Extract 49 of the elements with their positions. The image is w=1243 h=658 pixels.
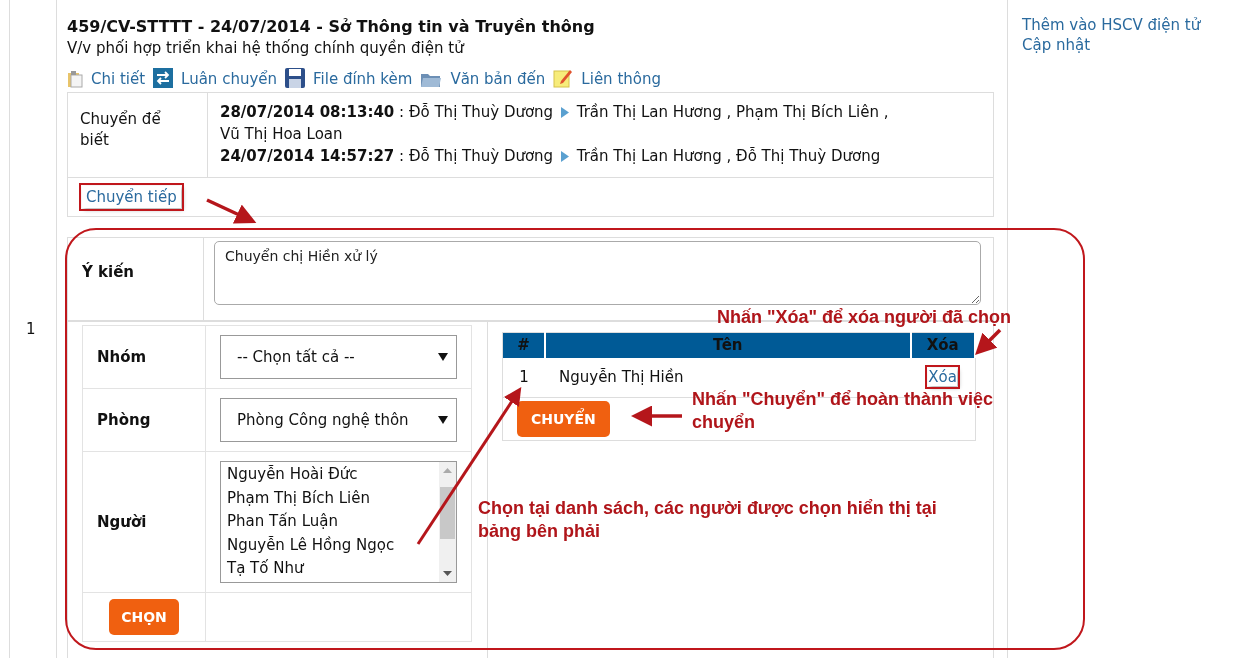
note-pencil-icon[interactable] [553, 68, 574, 88]
document-subject: V/v phối hợp triển khai hệ thống chính quyền điện tử [67, 38, 466, 59]
caret-icon[interactable] [438, 353, 448, 361]
toolbar-link[interactable]: Chi tiết [91, 69, 146, 90]
person-option[interactable]: Phan Tấn Luận [227, 510, 433, 534]
annotation-arrow [631, 405, 682, 427]
row-number: 1 [26, 319, 36, 338]
annotation-text: Nhấn "Xóa" để xóa người đã chọn [717, 306, 1012, 329]
annotation-arrow [206, 198, 257, 224]
swap-arrows-icon[interactable] [153, 68, 174, 88]
annotation-text: Chọn tại danh sách, các người được chọn hiển thị tại bảng bên phải [478, 497, 938, 543]
caret-icon[interactable] [438, 416, 448, 424]
annotation-text: Nhấn "Chuyển" để hoàn thành việc chuyển [692, 388, 995, 434]
document-title: 459/CV-STTTT - 24/07/2014 - Sở Thông tin và Truyền thông [67, 16, 596, 38]
delete-link[interactable]: Xóa [928, 368, 957, 386]
column-header: Xóa [910, 332, 975, 358]
clipboard-icon[interactable] [67, 70, 83, 88]
send-button[interactable]: CHUYỂN [517, 401, 610, 437]
person-option[interactable]: Phạm Thị Bích Liên [227, 486, 433, 510]
comment-field[interactable]: Chuyển chị Hiền xử lý [214, 241, 981, 305]
column-header: Tên [545, 332, 911, 358]
forward-link[interactable]: Chuyển tiếp [82, 186, 181, 208]
annotation-arrow [975, 328, 1002, 355]
person-option[interactable]: Tạ Tố Như [227, 557, 433, 581]
scrollbar[interactable] [439, 462, 456, 582]
person-listbox[interactable]: Nguyễn Hoài Đức Phạm Thị Bích Liên Phan Tấn Luận Nguyễn Lê Hồng Ngọc Tạ Tố Như [220, 461, 457, 583]
history-entry: 24/07/2014 14:57:27 : Đỗ Thị Thuỳ Dương Trần Thị Lan Hương , Đỗ Thị Thuỳ Dương [220, 146, 882, 167]
person-label: Người [83, 452, 206, 592]
department-label: Phòng [83, 389, 206, 451]
arrow-right-icon [560, 107, 569, 118]
arrow-right-icon [560, 151, 569, 162]
toolbar-link[interactable]: File đính kèm [313, 69, 413, 90]
toolbar-link[interactable]: Liên thông [581, 69, 661, 90]
choose-button[interactable]: CHỌN [109, 599, 179, 635]
department-select[interactable]: Phòng Công nghệ thôn [220, 398, 457, 442]
table-cell: 1 [502, 358, 545, 398]
person-option[interactable]: Nguyễn Hoài Đức [227, 463, 433, 487]
history-entry: 28/07/2014 08:13:40 : Đỗ Thị Thuỳ Dương Trần Thị Lan Hương , Phạm Thị Bích Liên , Vũ Thị Hoa Loan [220, 102, 890, 145]
toolbar-link[interactable]: Văn bản đến [450, 69, 546, 90]
column-header: # [502, 332, 545, 358]
folder-icon[interactable] [420, 72, 443, 88]
group-label: Nhóm [83, 326, 206, 388]
toolbar-link[interactable]: Luân chuyển [181, 69, 278, 90]
side-link[interactable]: Cập nhật [1022, 36, 1229, 54]
side-link[interactable]: Thêm vào HSCV điện tử [1022, 16, 1229, 34]
history-label: Chuyển để biết [68, 93, 208, 177]
comment-label: Ý kiến [68, 238, 204, 320]
group-select[interactable]: -- Chọn tất cả -- [220, 335, 457, 379]
person-option[interactable]: Nguyễn Lê Hồng Ngọc [227, 533, 433, 557]
